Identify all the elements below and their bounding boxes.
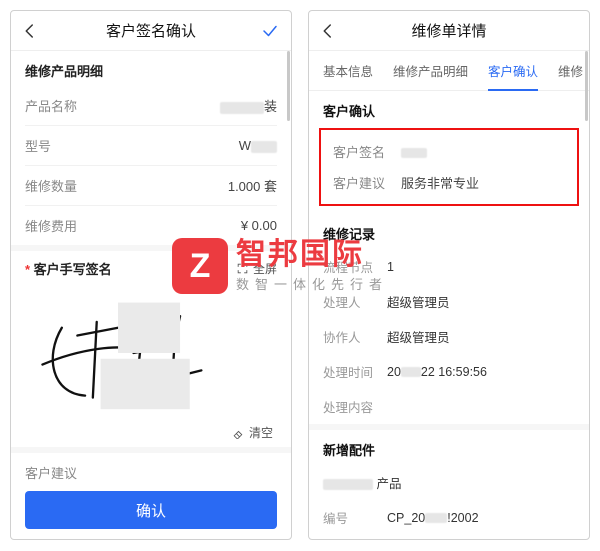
header: 客户签名确认 <box>11 11 291 51</box>
label: 客户签名 <box>333 142 385 161</box>
kv-collab: 协作人超级管理员 <box>309 319 589 354</box>
row-feedback: 客户建议 服务非常专业 <box>327 167 571 198</box>
highlight-box: 客户签名 客户建议 服务非常专业 <box>319 128 579 206</box>
kv-content: 处理内容 <box>309 389 589 424</box>
kv-part-code: 编号CP_20!2002 <box>309 500 589 535</box>
value: 1.000 套 <box>228 176 277 195</box>
page-title: 客户签名确认 <box>106 20 196 41</box>
label: 维修数量 <box>25 176 77 195</box>
kv-part-model: 型号1122 <box>309 535 589 540</box>
value: ¥ 0.00 <box>241 218 277 233</box>
eraser-icon <box>232 426 245 439</box>
label: 型号 <box>25 136 51 155</box>
kv-handler: 处理人超级管理员 <box>309 284 589 319</box>
fullscreen-button[interactable]: 全屏 <box>236 260 277 277</box>
signature-canvas[interactable] <box>25 286 277 418</box>
section-confirm-title: 客户确认 <box>309 91 589 126</box>
tab-confirm[interactable]: 客户确认 <box>478 51 548 90</box>
header: 维修单详情 <box>309 11 589 51</box>
row-fee: 维修费用 ¥ 0.00 <box>11 206 291 245</box>
row-product-name: 产品名称 装 <box>11 86 291 125</box>
row-sign: 客户签名 <box>327 136 571 167</box>
value <box>401 144 565 159</box>
phone-signature-confirm: 客户签名确认 维修产品明细 产品名称 装 型号 W 维修数量 1.000 套 维… <box>10 10 292 540</box>
kv-time: 处理时间2022 16:59:56 <box>309 354 589 389</box>
value: W <box>239 138 277 153</box>
feedback-label: 客户建议 <box>25 463 277 482</box>
value: 服务非常专业 <box>401 173 565 192</box>
tab-basic[interactable]: 基本信息 <box>313 51 383 90</box>
fullscreen-icon <box>236 262 249 275</box>
row-model: 型号 W <box>11 126 291 165</box>
tab-products[interactable]: 维修产品明细 <box>383 51 478 90</box>
kv-part-name: 产品 <box>309 465 589 500</box>
kv-node: 流程节点1 <box>309 249 589 284</box>
section-products-title: 维修产品明细 <box>11 51 291 86</box>
label: 维修费用 <box>25 216 77 235</box>
value: 装 <box>220 96 277 115</box>
signature-section-title: 客户手写签名 <box>25 259 112 278</box>
page-title: 维修单详情 <box>411 20 486 41</box>
label: 客户建议 <box>333 173 385 192</box>
tab-trailing[interactable]: 维修 <box>548 51 587 90</box>
phone-order-detail: 维修单详情 基本信息 维修产品明细 客户确认 维修 客户确认 客户签名 客户建议… <box>308 10 590 540</box>
back-button[interactable] <box>319 11 337 50</box>
section-parts-title: 新增配件 <box>309 430 589 465</box>
row-qty: 维修数量 1.000 套 <box>11 166 291 205</box>
clear-button[interactable]: 清空 <box>232 424 273 441</box>
confirm-button[interactable]: 确认 <box>25 491 277 529</box>
label: 产品名称 <box>25 96 77 115</box>
section-log-title: 维修记录 <box>309 214 589 249</box>
back-button[interactable] <box>21 11 39 50</box>
submit-check-button[interactable] <box>261 11 279 50</box>
tab-bar: 基本信息 维修产品明细 客户确认 维修 <box>309 51 589 91</box>
